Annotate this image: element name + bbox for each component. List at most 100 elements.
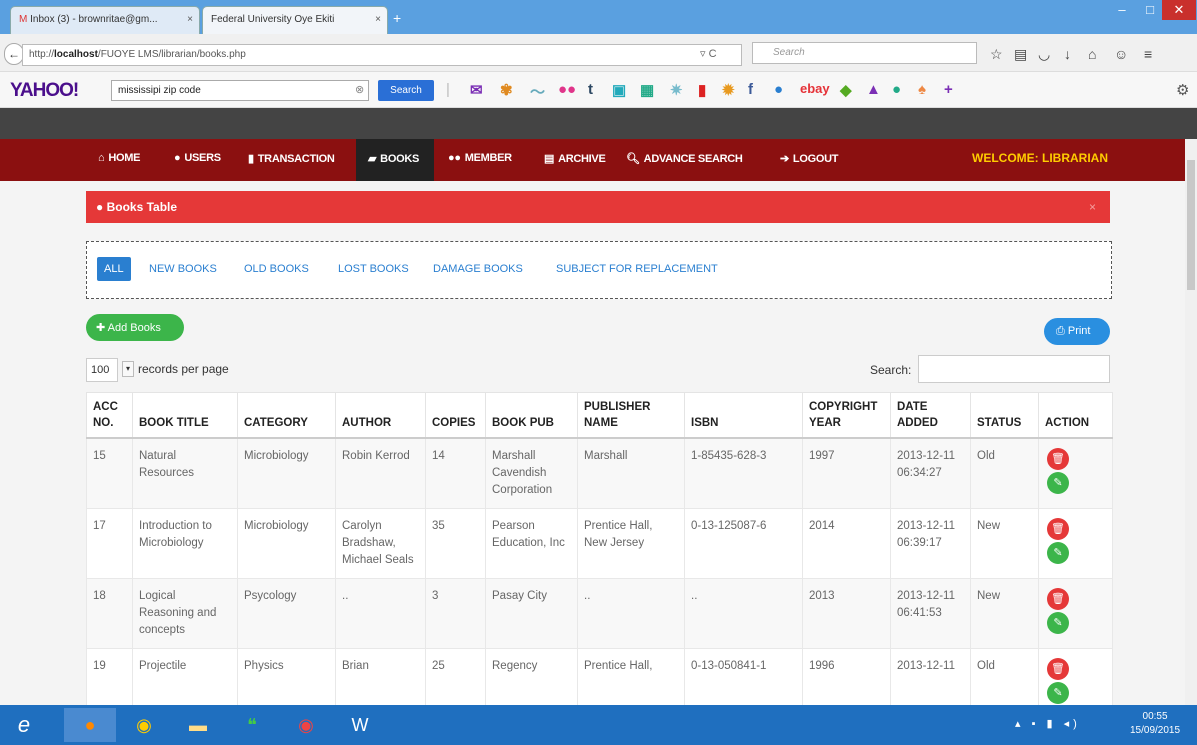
chrome-alt-icon[interactable]: ◉ <box>280 708 332 742</box>
col-date-added[interactable]: DATE ADDED <box>890 392 971 439</box>
filter-lost-books[interactable]: LOST BOOKS <box>338 263 409 275</box>
browser-search-input[interactable]: Search <box>752 42 977 64</box>
delete-icon[interactable]: 🗑︎ <box>1047 588 1069 610</box>
close-icon[interactable]: × <box>1089 200 1096 214</box>
filter-all[interactable]: ALL <box>97 257 131 281</box>
bookmark-icon[interactable]: ▮ <box>698 81 706 99</box>
game-icon[interactable]: ✾ <box>500 81 513 99</box>
minimize-button[interactable]: – <box>1108 0 1136 20</box>
chat-icon[interactable]: ☺ <box>1114 46 1128 62</box>
delete-icon[interactable]: 🗑︎ <box>1047 518 1069 540</box>
scrollbar-thumb[interactable] <box>1187 160 1195 290</box>
delete-icon[interactable]: 🗑︎ <box>1047 448 1069 470</box>
hangouts-icon[interactable]: ❝ <box>226 708 278 742</box>
edit-icon[interactable]: ✎ <box>1047 682 1069 704</box>
flickr-icon[interactable]: ●● <box>558 81 576 98</box>
music-icon[interactable]: ● <box>774 81 783 98</box>
word-icon[interactable]: W <box>334 708 386 742</box>
col-status[interactable]: STATUS <box>970 392 1039 439</box>
back-button[interactable]: ← <box>4 43 24 65</box>
print-icon: ⎙ <box>1056 325 1068 337</box>
close-window-button[interactable]: ✕ <box>1162 0 1196 20</box>
close-tab-icon[interactable]: × <box>187 14 193 25</box>
tumblr-icon[interactable]: t <box>588 81 593 98</box>
filter-subject-replacement[interactable]: SUBJECT FOR REPLACEMENT <box>556 263 718 275</box>
ie-icon[interactable]: e <box>4 708 44 742</box>
books-table: ACC NO. BOOK TITLE CATEGORY AUTHOR COPIE… <box>86 392 1113 705</box>
sports-icon[interactable]: ▲ <box>866 81 881 98</box>
mail-icon[interactable]: ✉ <box>470 81 483 99</box>
col-author[interactable]: AUTHOR <box>335 392 426 439</box>
close-tab-icon[interactable]: × <box>375 14 381 25</box>
cell-author: Carolyn Bradshaw, Michael Seals <box>335 508 426 579</box>
col-category[interactable]: CATEGORY <box>237 392 336 439</box>
nav-books[interactable]: ▰ BOOKS <box>368 152 419 165</box>
plus-icon: ✚ <box>96 322 108 334</box>
clipboard-icon[interactable]: ▤ <box>1014 46 1027 63</box>
edit-icon[interactable]: ✎ <box>1047 612 1069 634</box>
edit-icon[interactable]: ✎ <box>1047 472 1069 494</box>
add-icon[interactable]: + <box>944 81 953 98</box>
shopping-icon[interactable]: ♠ <box>918 81 926 98</box>
yahoo-search-button[interactable]: Search <box>378 80 434 101</box>
records-per-page-select[interactable]: 100 <box>86 358 118 382</box>
chevron-down-icon[interactable]: ▾ <box>122 361 134 377</box>
nav-home[interactable]: ⌂ HOME <box>98 152 140 164</box>
col-copyright-year[interactable]: COPYRIGHT YEAR <box>802 392 891 439</box>
url-bar[interactable]: http://localhost/FUOYE LMS/librarian/boo… <box>22 44 742 66</box>
nav-logout[interactable]: ➔ LOGOUT <box>780 152 838 165</box>
panel-title: Books Table <box>106 200 178 214</box>
nav-archive[interactable]: ▤ ARCHIVE <box>544 152 606 165</box>
yahoo-logo[interactable]: YAHOO! <box>10 80 79 102</box>
reload-icon[interactable]: ▿ C <box>700 47 717 60</box>
col-acc-no[interactable]: ACC NO. <box>86 392 133 439</box>
col-copies[interactable]: COPIES <box>425 392 486 439</box>
ebay-icon[interactable]: ebay <box>800 81 830 96</box>
clock[interactable]: 00:55 15/09/2015 <box>1130 710 1180 738</box>
cell-acc-no: 19 <box>86 648 133 705</box>
chrome-icon[interactable]: ◉ <box>118 708 170 742</box>
nav-users[interactable]: ● USERS <box>174 152 221 164</box>
gear-icon[interactable]: ⚙ <box>1176 81 1189 99</box>
settings-icon[interactable]: ✹ <box>722 81 735 99</box>
add-books-button[interactable]: ✚ Add Books <box>86 314 184 341</box>
tab-fuoye[interactable]: Federal University Oye Ekiti × <box>202 6 388 34</box>
menu-icon[interactable]: ≡ <box>1144 46 1152 62</box>
delete-icon[interactable]: 🗑︎ <box>1047 658 1069 680</box>
pocket-icon[interactable]: ◡ <box>1038 46 1050 63</box>
tab-inbox[interactable]: M Inbox (3) - brownritae@gm... × <box>10 6 200 34</box>
system-tray[interactable]: ▴ ▪ ▮ ◂) <box>1015 717 1081 730</box>
download-icon[interactable]: ↓ <box>1064 46 1071 62</box>
welcome-text: WELCOME: LIBRARIAN <box>972 151 1108 165</box>
filter-old-books[interactable]: OLD BOOKS <box>244 263 309 275</box>
nav-transaction[interactable]: ▮ TRANSACTION <box>248 152 335 165</box>
weather-icon[interactable]: 〜 <box>530 81 545 102</box>
celebrity-icon[interactable]: ✷ <box>670 81 683 99</box>
col-book-title[interactable]: BOOK TITLE <box>132 392 238 439</box>
col-isbn[interactable]: ISBN <box>684 392 803 439</box>
print-button[interactable]: ⎙ Print <box>1044 318 1110 345</box>
cell-date-added: 2013-12-11 06:41:53 <box>890 578 971 649</box>
clear-icon[interactable]: ⊗ <box>355 83 364 96</box>
finance-icon[interactable]: ● <box>892 81 901 98</box>
col-publisher-name[interactable]: PUBLISHER NAME <box>577 392 685 439</box>
chat-icon[interactable]: ▣ <box>612 81 626 99</box>
news-icon[interactable]: ▦ <box>640 81 654 99</box>
home-icon[interactable]: ⌂ <box>1088 46 1096 62</box>
col-book-pub[interactable]: BOOK PUB <box>485 392 578 439</box>
tag-icon[interactable]: ◆ <box>840 81 852 99</box>
facebook-icon[interactable]: f <box>748 81 753 98</box>
nav-advance-search[interactable]: 🔍︎ ADVANCE SEARCH <box>626 152 743 165</box>
table-search-input[interactable] <box>918 355 1110 383</box>
nav-member[interactable]: ●● MEMBER <box>448 152 512 164</box>
firefox-icon[interactable]: ● <box>64 708 116 742</box>
gmail-icon: M <box>19 14 31 25</box>
filter-damage-books[interactable]: DAMAGE BOOKS <box>433 263 523 275</box>
new-tab-button[interactable]: + <box>393 10 401 26</box>
yahoo-search-input[interactable]: mississipi zip code <box>111 80 369 101</box>
filter-new-books[interactable]: NEW BOOKS <box>149 263 217 275</box>
edit-icon[interactable]: ✎ <box>1047 542 1069 564</box>
explorer-icon[interactable]: ▬ <box>172 708 224 742</box>
star-icon[interactable]: ☆ <box>990 46 1003 63</box>
maximize-button[interactable]: □ <box>1136 0 1164 20</box>
